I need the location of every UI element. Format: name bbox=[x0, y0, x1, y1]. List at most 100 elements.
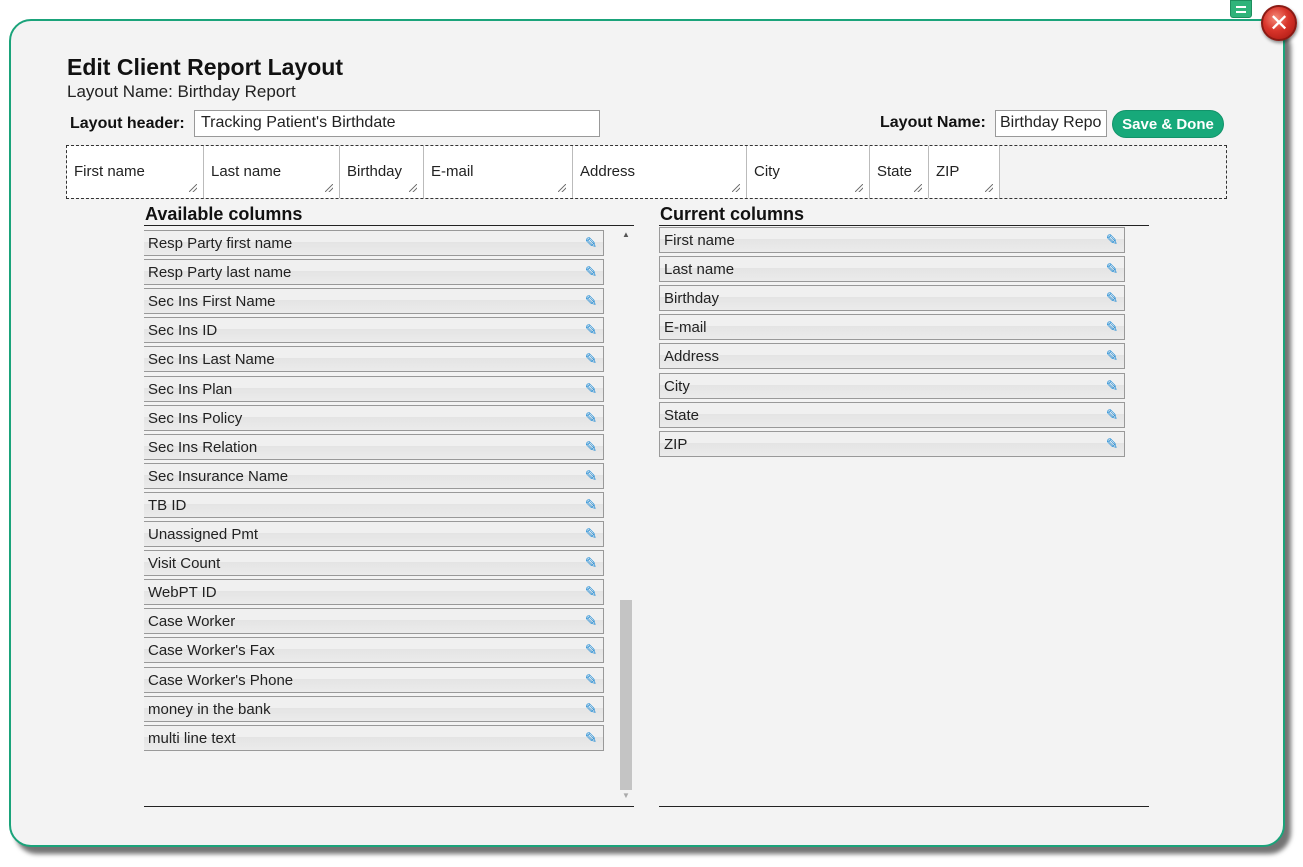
preview-column[interactable]: State bbox=[870, 146, 929, 198]
pencil-icon[interactable]: ✎ bbox=[583, 468, 599, 484]
list-icon[interactable] bbox=[1230, 0, 1252, 18]
resize-grip-icon[interactable] bbox=[325, 184, 333, 192]
list-item[interactable]: Sec Insurance Name ✎ bbox=[144, 462, 604, 489]
pencil-icon[interactable]: ✎ bbox=[583, 584, 599, 600]
pencil-icon[interactable]: ✎ bbox=[1104, 232, 1120, 248]
list-item[interactable]: Sec Ins ID ✎ bbox=[144, 317, 604, 344]
pencil-icon[interactable]: ✎ bbox=[1104, 290, 1120, 306]
pencil-icon[interactable]: ✎ bbox=[1104, 319, 1120, 335]
list-item[interactable]: money in the bank ✎ bbox=[144, 695, 604, 722]
pencil-icon[interactable]: ✎ bbox=[1104, 261, 1120, 277]
list-item[interactable]: City ✎ bbox=[659, 372, 1125, 399]
list-item-label: TB ID bbox=[148, 496, 187, 514]
scroll-up-icon[interactable]: ▲ bbox=[620, 229, 632, 241]
list-item-label: Sec Insurance Name bbox=[148, 467, 289, 485]
preview-column[interactable]: ZIP bbox=[929, 146, 1000, 198]
list-item-label: Resp Party last name bbox=[148, 264, 292, 282]
pencil-icon[interactable]: ✎ bbox=[583, 293, 599, 309]
list-item[interactable]: Address ✎ bbox=[659, 343, 1125, 370]
save-done-button[interactable]: Save & Done bbox=[1112, 110, 1224, 138]
list-item[interactable]: Unassigned Pmt ✎ bbox=[144, 521, 604, 547]
preview-column-label: E-mail bbox=[431, 163, 474, 180]
resize-grip-icon[interactable] bbox=[558, 184, 566, 192]
list-item-label: Address bbox=[664, 348, 720, 366]
list-item[interactable]: Resp Party first name ✎ bbox=[144, 230, 604, 256]
pencil-icon[interactable]: ✎ bbox=[583, 555, 599, 571]
pencil-icon[interactable]: ✎ bbox=[583, 497, 599, 513]
list-item[interactable]: Visit Count ✎ bbox=[144, 550, 604, 577]
available-columns-title: Available columns bbox=[145, 204, 303, 224]
pencil-icon[interactable]: ✎ bbox=[583, 613, 599, 629]
preview-column-label: City bbox=[754, 163, 780, 180]
list-item-label: multi line text bbox=[148, 729, 236, 747]
pencil-icon[interactable]: ✎ bbox=[583, 642, 599, 658]
list-item-label: Resp Party first name bbox=[148, 235, 293, 252]
pencil-icon[interactable]: ✎ bbox=[583, 672, 599, 688]
close-icon[interactable]: ✕ bbox=[1261, 5, 1297, 41]
pencil-icon[interactable]: ✎ bbox=[1104, 436, 1120, 452]
pencil-icon[interactable]: ✎ bbox=[1104, 378, 1120, 394]
list-item[interactable]: multi line text ✎ bbox=[144, 724, 604, 751]
layout-header-label: Layout header: bbox=[70, 115, 185, 132]
pencil-icon[interactable]: ✎ bbox=[583, 410, 599, 426]
scrollbar-thumb[interactable] bbox=[620, 600, 632, 790]
list-item[interactable]: ZIP ✎ bbox=[659, 430, 1125, 457]
list-item[interactable]: Last name ✎ bbox=[659, 256, 1125, 283]
pencil-icon[interactable]: ✎ bbox=[583, 235, 599, 251]
list-item[interactable]: Sec Ins Last Name ✎ bbox=[144, 346, 604, 373]
preview-column[interactable]: Birthday bbox=[340, 146, 424, 198]
list-item-label: State bbox=[664, 406, 700, 424]
pencil-icon[interactable]: ✎ bbox=[1104, 348, 1120, 364]
pencil-icon[interactable]: ✎ bbox=[1104, 407, 1120, 423]
preview-column-label: State bbox=[877, 163, 913, 180]
scroll-down-icon[interactable]: ▼ bbox=[620, 790, 632, 802]
pencil-icon[interactable]: ✎ bbox=[583, 381, 599, 397]
list-item-label: Sec Ins Relation bbox=[148, 438, 258, 456]
preview-column[interactable]: Address bbox=[573, 146, 747, 198]
pencil-icon[interactable]: ✎ bbox=[583, 264, 599, 280]
list-item[interactable]: WebPT ID ✎ bbox=[144, 579, 604, 606]
list-item[interactable]: E-mail ✎ bbox=[659, 314, 1125, 341]
pencil-icon[interactable]: ✎ bbox=[583, 526, 599, 542]
list-item[interactable]: Case Worker ✎ bbox=[144, 608, 604, 635]
list-item[interactable]: Sec Ins Plan ✎ bbox=[144, 375, 604, 402]
resize-grip-icon[interactable] bbox=[189, 184, 197, 192]
report-preview-header: First name Last name Birthday E-mail Add… bbox=[66, 145, 1227, 199]
dialog-subtitle: Layout Name: Birthday Report bbox=[67, 82, 296, 101]
list-item[interactable]: State ✎ bbox=[659, 401, 1125, 428]
layout-name-input[interactable]: Birthday Repo bbox=[995, 110, 1107, 137]
list-item-label: Birthday bbox=[664, 290, 720, 308]
pencil-icon[interactable]: ✎ bbox=[583, 322, 599, 338]
resize-grip-icon[interactable] bbox=[409, 184, 417, 192]
list-item-label: Last name bbox=[664, 261, 735, 279]
preview-column-label: Birthday bbox=[347, 163, 403, 180]
preview-column-label: ZIP bbox=[936, 163, 960, 180]
resize-grip-icon[interactable] bbox=[914, 184, 922, 192]
list-item[interactable]: Birthday ✎ bbox=[659, 285, 1125, 312]
pencil-icon[interactable]: ✎ bbox=[583, 439, 599, 455]
list-item[interactable]: Case Worker's Phone ✎ bbox=[144, 666, 604, 693]
resize-grip-icon[interactable] bbox=[985, 184, 993, 192]
resize-grip-icon[interactable] bbox=[732, 184, 740, 192]
list-item[interactable]: Sec Ins Relation ✎ bbox=[144, 433, 604, 460]
preview-column[interactable]: First name bbox=[67, 146, 204, 198]
list-item-label: E-mail bbox=[664, 319, 707, 337]
list-item[interactable]: Resp Party last name ✎ bbox=[144, 259, 604, 286]
layout-header-input[interactable]: Tracking Patient's Birthdate bbox=[194, 110, 600, 137]
current-columns-title: Current columns bbox=[660, 204, 805, 224]
list-item[interactable]: First name ✎ bbox=[659, 227, 1125, 253]
preview-column[interactable]: E-mail bbox=[424, 146, 573, 198]
list-item[interactable]: Sec Ins Policy ✎ bbox=[144, 404, 604, 431]
divider bbox=[659, 806, 1149, 807]
layout-name-label: Layout Name: bbox=[880, 114, 986, 131]
list-item[interactable]: TB ID ✎ bbox=[144, 491, 604, 518]
list-item[interactable]: Sec Ins First Name ✎ bbox=[144, 288, 604, 315]
resize-grip-icon[interactable] bbox=[855, 184, 863, 192]
list-item-label: Case Worker bbox=[148, 613, 236, 631]
pencil-icon[interactable]: ✎ bbox=[583, 701, 599, 717]
list-item[interactable]: Case Worker's Fax ✎ bbox=[144, 637, 604, 664]
pencil-icon[interactable]: ✎ bbox=[583, 351, 599, 367]
preview-column[interactable]: Last name bbox=[204, 146, 340, 198]
pencil-icon[interactable]: ✎ bbox=[583, 730, 599, 746]
preview-column[interactable]: City bbox=[747, 146, 870, 198]
